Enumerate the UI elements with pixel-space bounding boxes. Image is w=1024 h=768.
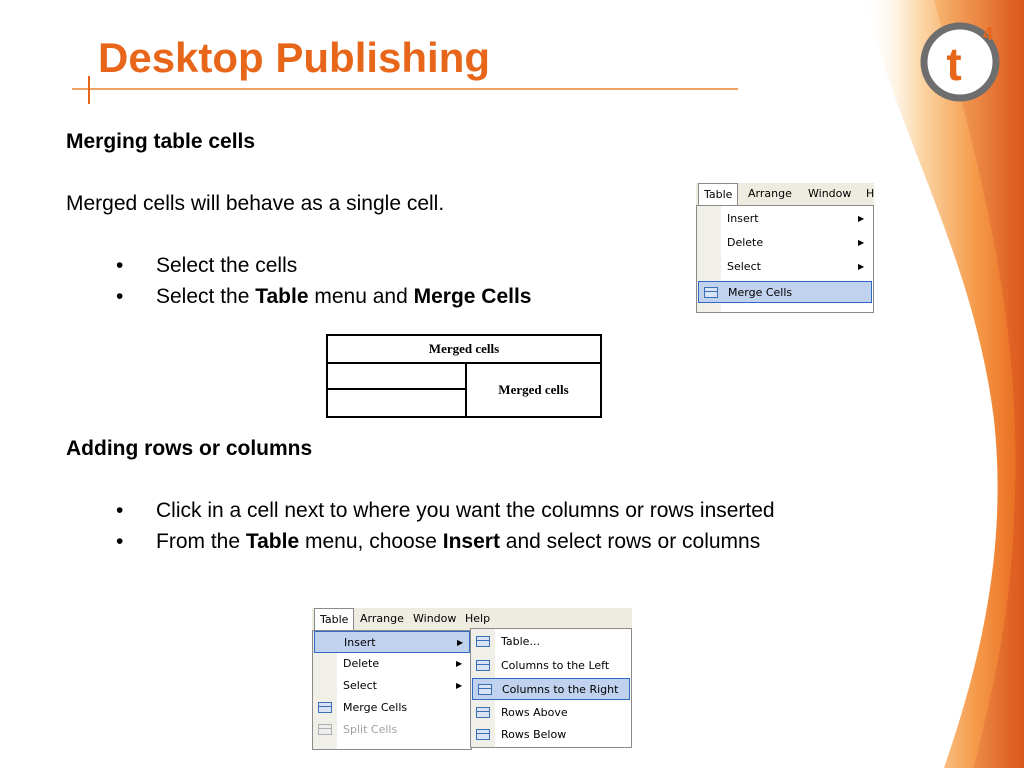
slide-title: Desktop Publishing [98,34,491,81]
submenu-arrow-icon: ▶ [457,638,464,647]
text-run: and select rows or columns [499,530,761,553]
menu-item-insert[interactable]: Insert ▶ [314,631,470,653]
background-swoosh [864,0,1024,768]
menu-arrange[interactable]: Arrange [748,187,792,200]
menu-item-label: Columns to the Left [501,659,610,672]
merge-cells-icon [704,287,718,298]
submenu-item-table[interactable]: Table... [471,631,631,653]
svg-text:4: 4 [983,24,993,44]
menu-help[interactable]: Help [465,612,490,625]
menu-item-insert[interactable]: Insert ▶ [697,208,873,230]
insert-submenu: Table... Columns to the Left Columns to … [470,628,632,748]
bullet-glyph: • [116,285,124,308]
bullet-text: Select the cells [156,254,298,277]
table-dropdown: Insert ▶ Delete ▶ Select ▶ Merge Cells [696,205,874,313]
bullet-text: From the Table menu, choose Insert and s… [156,530,760,554]
submenu-item-columns-right[interactable]: Columns to the Right [472,678,630,700]
split-cells-icon [318,724,332,735]
menu-window[interactable]: Window [413,612,456,625]
menu-help[interactable]: H [866,187,874,200]
merging-intro-text: Merged cells will behave as a single cel… [66,192,445,215]
bold-insert: Insert [442,530,500,553]
table-dropdown: Insert ▶ Delete ▶ Select ▶ Merge Cells S… [312,630,472,750]
menu-arrange[interactable]: Arrange [360,612,404,625]
menu-item-label: Split Cells [343,723,398,736]
submenu-arrow-icon: ▶ [456,681,463,690]
menu-item-label: Select [343,679,377,692]
insert-table-icon [476,636,490,647]
menu-table[interactable]: Table [698,183,739,205]
bold-merge-cells: Merge Cells [413,285,532,308]
menu-bar: Table Arrange Window H [696,183,874,206]
merged-cells-table: Merged cells Merged cells [326,334,602,418]
menu-item-select[interactable]: Select ▶ [697,256,873,278]
menu-item-label: Table... [501,635,540,648]
table-menu-screenshot-1: Table Arrange Window H Insert ▶ Delete ▶… [696,183,874,313]
submenu-arrow-icon: ▶ [858,238,865,247]
t4-logo-icon: t 4 [920,22,1000,102]
insert-column-right-icon [478,684,492,695]
insert-column-left-icon [476,660,490,671]
menu-item-label: Rows Below [501,728,567,741]
menu-window[interactable]: Window [808,187,851,200]
submenu-item-rows-below[interactable]: Rows Below [471,724,631,746]
title-underline [72,88,738,90]
menu-item-split-cells[interactable]: Split Cells [313,719,471,741]
bullet-glyph: • [116,530,124,553]
submenu-arrow-icon: ▶ [456,659,463,668]
menu-item-label: Columns to the Right [502,683,619,696]
empty-cell [328,364,467,390]
text-run: From the [156,530,246,553]
menu-item-label: Delete [343,657,380,670]
text-run: menu, choose [299,530,443,553]
menu-item-label: Insert [344,636,376,649]
menu-item-select[interactable]: Select ▶ [313,675,471,697]
menu-item-delete[interactable]: Delete ▶ [313,653,471,675]
menu-table[interactable]: Table [314,608,355,630]
menu-item-label: Delete [727,236,764,249]
insert-row-below-icon [476,729,490,740]
merged-vertical-cell: Merged cells [498,382,569,397]
menu-item-label: Merge Cells [343,701,408,714]
svg-text:t: t [946,38,961,90]
bullet-text: Click in a cell next to where you want t… [156,499,775,522]
menu-item-merge-cells[interactable]: Merge Cells [698,281,872,303]
bullet-glyph: • [116,254,124,277]
menu-item-merge-cells[interactable]: Merge Cells [313,697,471,719]
submenu-arrow-icon: ▶ [858,262,865,271]
title-tick-mark [88,76,90,104]
section-heading-adding: Adding rows or columns [66,437,313,460]
menu-item-delete[interactable]: Delete ▶ [697,232,873,254]
submenu-arrow-icon: ▶ [858,214,865,223]
bullet-text: Select the Table menu and Merge Cells [156,285,532,309]
menu-item-label: Insert [727,212,759,225]
bold-table: Table [255,285,309,308]
insert-row-above-icon [476,707,490,718]
menu-item-label: Merge Cells [728,286,793,299]
submenu-item-columns-left[interactable]: Columns to the Left [471,655,631,677]
submenu-item-rows-above[interactable]: Rows Above [471,702,631,724]
bullet-glyph: • [116,499,124,522]
merge-cells-icon [318,702,332,713]
text-run: menu and [308,285,414,308]
section-heading-merging: Merging table cells [66,130,256,153]
menu-item-label: Select [727,260,761,273]
bold-table: Table [245,530,300,553]
table-menu-screenshot-2: Table Arrange Window Help Insert ▶ Delet… [312,608,632,750]
empty-cell [328,390,467,416]
merged-header-cell: Merged cells [328,336,600,364]
menu-item-label: Rows Above [501,706,568,719]
text-run: Select the [156,285,256,308]
